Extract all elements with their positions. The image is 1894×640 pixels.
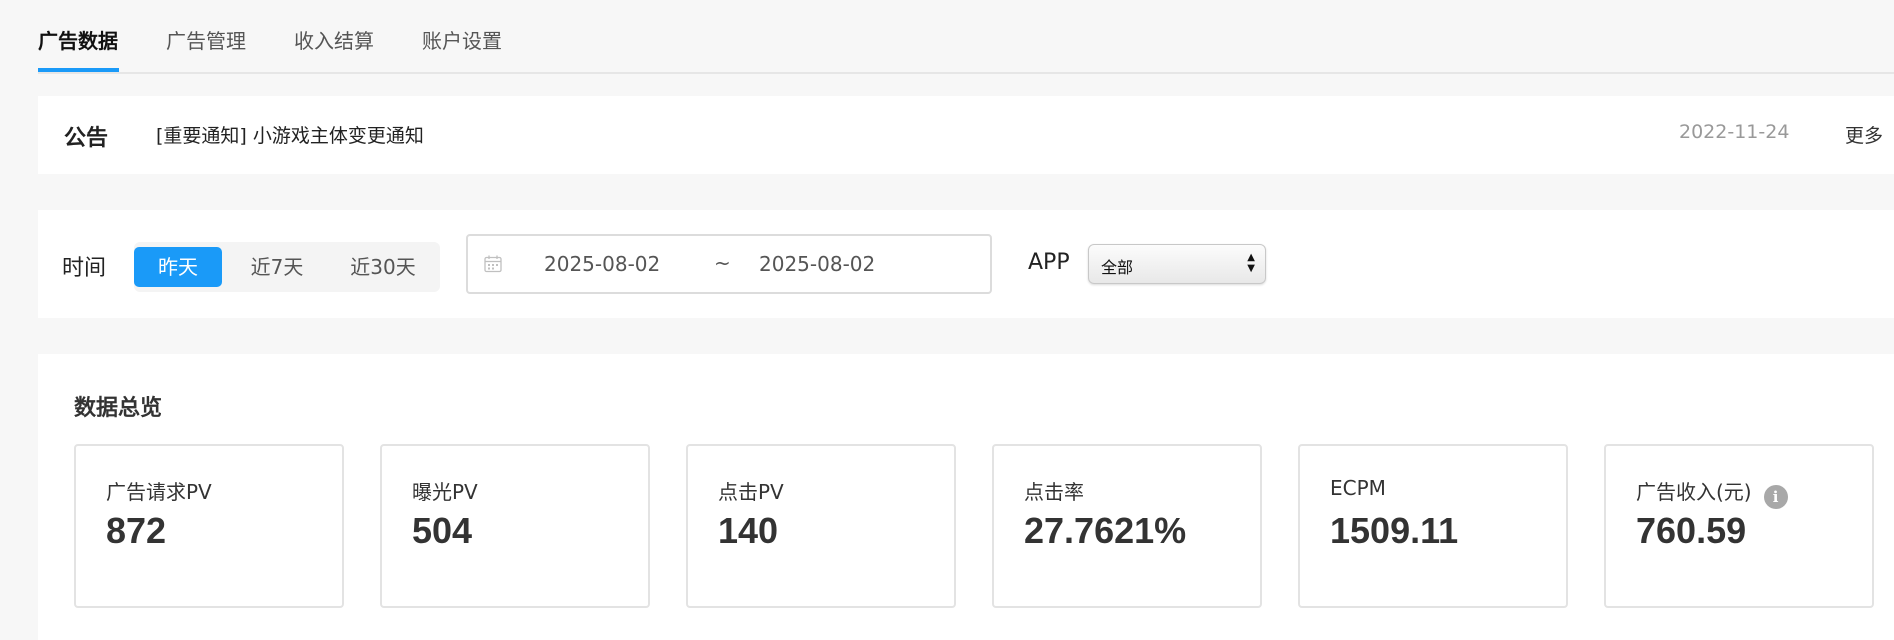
end-date-input[interactable]: 2025-08-02 bbox=[759, 252, 875, 276]
metric-value: 140 bbox=[718, 510, 779, 551]
metric-value: 1509.11 bbox=[1330, 510, 1459, 551]
notice-title: 公告 bbox=[64, 126, 109, 151]
range-30days-button[interactable]: 近30天 bbox=[330, 247, 436, 287]
calendar-icon bbox=[484, 255, 502, 273]
metric-label-wrapper: 广告收入(元) i bbox=[1636, 476, 1788, 509]
top-tabs: 广告数据 广告管理 收入结算 账户设置 bbox=[38, 0, 1894, 74]
start-date-input[interactable]: 2025-08-02 bbox=[544, 252, 660, 276]
metric-card-ad-revenue: 广告收入(元) i 760.59 bbox=[1604, 444, 1874, 608]
metric-label: 点击PV bbox=[718, 480, 784, 504]
date-range-picker[interactable]: 2025-08-02 ~ 2025-08-02 bbox=[466, 234, 992, 294]
metric-label: ECPM bbox=[1330, 476, 1386, 500]
metric-card-clicks: 点击PV 140 bbox=[686, 444, 956, 608]
app-label: APP bbox=[1028, 250, 1070, 275]
notice-bar: 公告 [重要通知] 小游戏主体变更通知 2022-11-24 更多 bbox=[38, 96, 1894, 174]
metric-card-ctr: 点击率 27.7621% bbox=[992, 444, 1262, 608]
metric-label: 曝光PV bbox=[412, 480, 478, 504]
notice-link[interactable]: [重要通知] 小游戏主体变更通知 bbox=[156, 121, 424, 148]
metric-value: 872 bbox=[106, 510, 167, 551]
tab-account-settings[interactable]: 账户设置 bbox=[422, 26, 502, 56]
app-select-value: 全部 bbox=[1101, 258, 1134, 277]
metric-label: 点击率 bbox=[1024, 480, 1084, 504]
metric-label: 广告收入(元) bbox=[1636, 480, 1752, 504]
tab-ad-management[interactable]: 广告管理 bbox=[166, 26, 246, 56]
range-7days-button[interactable]: 近7天 bbox=[228, 247, 326, 287]
select-arrows-icon: ▲ ▼ bbox=[1247, 252, 1255, 274]
metric-label: 广告请求PV bbox=[106, 480, 212, 504]
time-label: 时间 bbox=[62, 256, 107, 281]
metric-value: 504 bbox=[412, 510, 473, 551]
range-yesterday-button[interactable]: 昨天 bbox=[134, 247, 222, 287]
time-range-selector: 昨天 近7天 近30天 bbox=[134, 242, 440, 292]
notice-more-link[interactable]: 更多 bbox=[1845, 121, 1883, 148]
data-overview-panel: 数据总览 广告请求PV 872 曝光PV 504 点击PV 140 点击率 27… bbox=[38, 354, 1894, 640]
metric-card-ecpm: ECPM 1509.11 bbox=[1298, 444, 1568, 608]
metric-card-ad-requests: 广告请求PV 872 bbox=[74, 444, 344, 608]
app-select[interactable]: 全部 ▲ ▼ bbox=[1088, 244, 1266, 284]
notice-date: 2022-11-24 bbox=[1679, 121, 1790, 143]
active-tab-indicator bbox=[38, 68, 119, 72]
overview-title: 数据总览 bbox=[74, 396, 163, 421]
date-separator: ~ bbox=[714, 251, 731, 275]
tab-ad-data[interactable]: 广告数据 bbox=[38, 26, 118, 56]
metric-card-impressions: 曝光PV 504 bbox=[380, 444, 650, 608]
info-icon[interactable]: i bbox=[1763, 485, 1788, 509]
tab-income-settlement[interactable]: 收入结算 bbox=[294, 26, 374, 56]
metric-value: 760.59 bbox=[1636, 510, 1747, 551]
metric-value: 27.7621% bbox=[1024, 510, 1187, 551]
filter-bar: 时间 昨天 近7天 近30天 2025-08-02 ~ 2025-08-02 A… bbox=[38, 210, 1894, 318]
